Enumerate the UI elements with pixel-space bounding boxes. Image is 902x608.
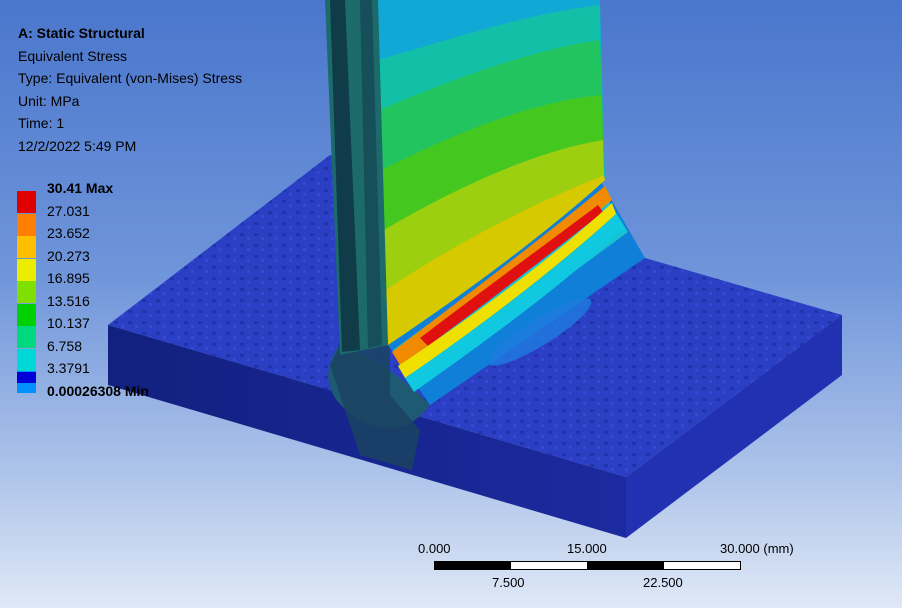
scale-segment-2: [510, 561, 588, 570]
result-timestamp: 12/2/2022 5:49 PM: [18, 137, 137, 154]
legend-value-label: 20.273: [47, 247, 90, 264]
result-type: Type: Equivalent (von-Mises) Stress: [18, 70, 243, 86]
legend-row[interactable]: 6.758: [17, 337, 217, 371]
legend-row[interactable]: 13.516: [17, 292, 217, 326]
legend-value-label: 3.3791: [47, 360, 90, 376]
legend-row[interactable]: 27.031: [17, 202, 217, 236]
analysis-title: A: Static Structural: [18, 25, 145, 41]
legend-value-label: 13.516: [47, 292, 90, 309]
legend-row[interactable]: 0.00026308 Min: [17, 371, 217, 405]
legend-row[interactable]: 10.137: [17, 315, 217, 348]
legend-value-label: 16.895: [47, 270, 90, 286]
scale-segment-4: [663, 561, 741, 570]
legend-value-label: 10.137: [47, 315, 90, 331]
scale-label-7-5: 7.500: [492, 575, 525, 590]
legend-row[interactable]: 30.41 Max: [17, 180, 217, 213]
legend-row[interactable]: 23.652: [17, 225, 217, 258]
legend-row[interactable]: 16.895: [17, 270, 217, 303]
result-header: A: Static Structural Equivalent Stress T…: [18, 22, 242, 157]
legend-row[interactable]: 20.273: [17, 247, 217, 281]
legend-value-label: 0.00026308 Min: [47, 382, 149, 399]
result-time: Time: 1: [18, 115, 65, 131]
result-name: Equivalent Stress: [18, 47, 127, 64]
legend-value-label: 30.41 Max: [47, 180, 114, 196]
scale-label-0: 0.000: [418, 541, 451, 556]
scale-segment-3: [587, 561, 664, 570]
graphics-viewport[interactable]: A: Static Structural Equivalent Stress T…: [0, 0, 902, 608]
legend-color-swatch: [17, 371, 36, 383]
scale-label-15: 15.000: [567, 541, 607, 556]
scale-segment-1: [434, 561, 511, 570]
scale-label-22-5: 22.500: [643, 575, 683, 590]
legend-value-label: 23.652: [47, 225, 90, 241]
legend-value-label: 6.758: [47, 337, 83, 354]
legend-value-label: 27.031: [47, 202, 90, 219]
scale-label-30: 30.000 (mm): [720, 541, 794, 556]
result-unit: Unit: MPa: [18, 92, 80, 109]
legend-row[interactable]: 3.3791: [17, 360, 217, 393]
